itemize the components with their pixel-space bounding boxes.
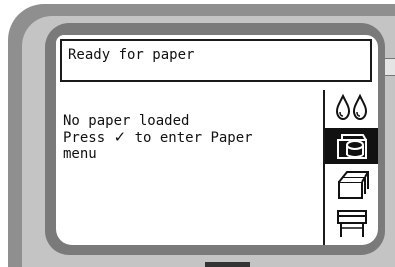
menu-item-paper[interactable] [325,128,378,164]
message-line-2-after: to enter Paper [126,130,253,146]
bottom-indicator [205,262,250,267]
status-box: Ready for paper [60,39,372,82]
printer-icon [337,210,367,237]
front-panel-display: Ready for paper No paper loaded Press ✓ … [56,35,378,245]
printer-panel: Ready for paper No paper loaded Press ✓ … [0,0,395,267]
message-line-1: No paper loaded [63,113,190,129]
menu-icon-column [323,90,378,245]
message-line-3: menu [63,146,97,162]
menu-item-ink[interactable] [325,90,378,126]
status-message: Ready for paper [68,47,195,63]
message-line-2-before: Press [63,130,114,146]
checkmark-icon: ✓ [113,128,127,146]
ink-drops-icon [335,93,368,121]
paper-roll-icon [337,134,367,159]
message-line-2: Press ✓ to enter Paper [63,129,321,146]
menu-item-stack[interactable] [325,167,378,203]
paper-stack-icon [338,171,369,199]
menu-item-printer[interactable] [325,205,378,241]
info-message: No paper loaded Press ✓ to enter Paper m… [63,113,321,162]
